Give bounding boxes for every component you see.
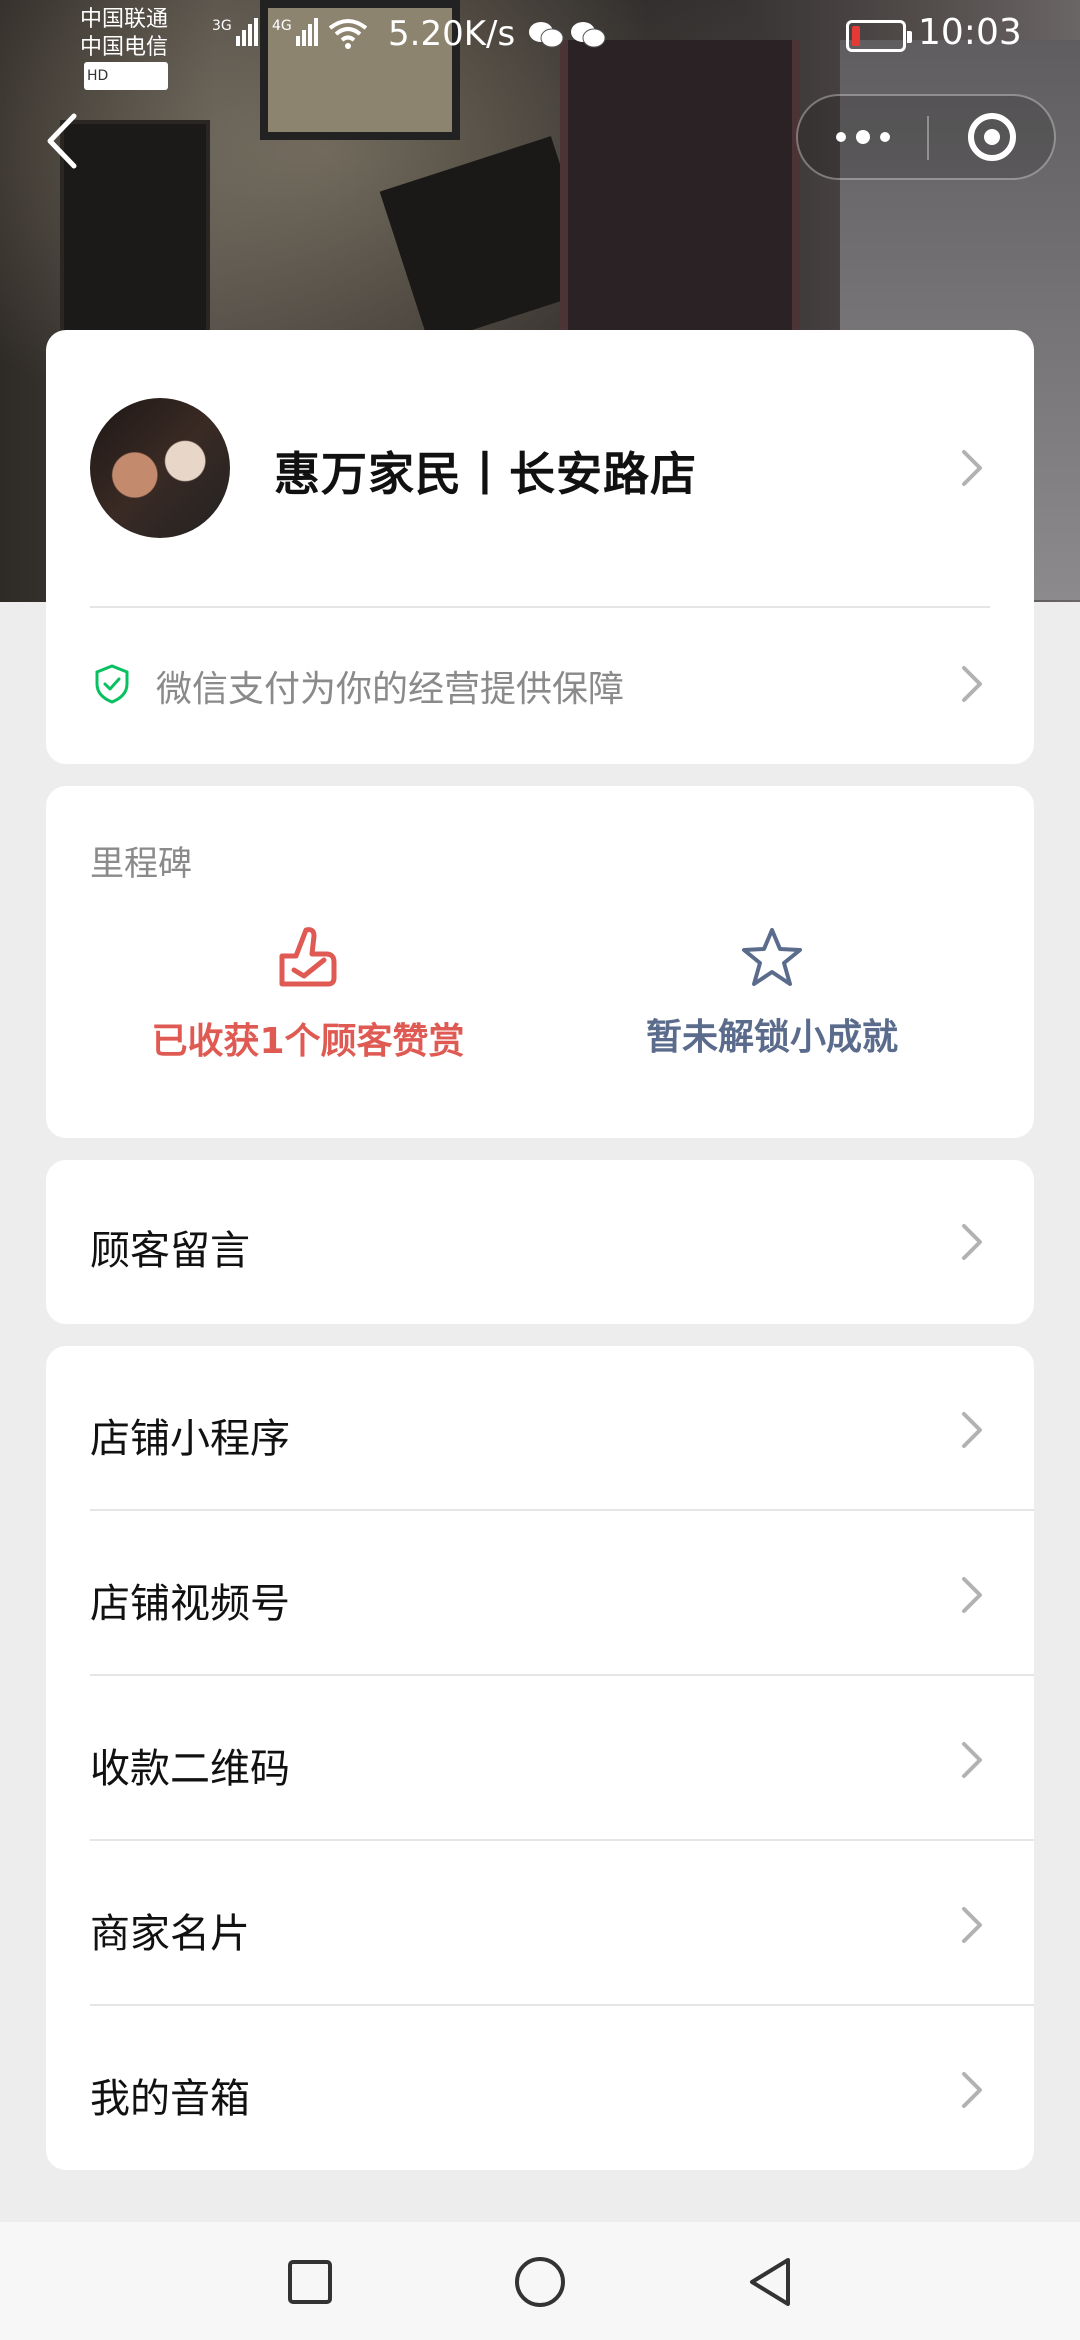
customer-messages-row[interactable]: 顾客留言 [46, 1160, 1034, 1324]
menu-item-payment-qr[interactable]: 收款二维码 [46, 1676, 1034, 1841]
back-triangle-icon[interactable] [740, 2252, 800, 2312]
more-options-button[interactable] [798, 96, 928, 178]
recent-apps-icon[interactable] [280, 2252, 340, 2312]
milestone-achievement[interactable]: 暂未解锁小成就 [572, 926, 972, 1060]
chevron-right-icon [962, 2072, 982, 2108]
hd-badge: HD [84, 62, 169, 90]
carrier-info: 中国联通 中国电信 HD [80, 6, 169, 90]
store-avatar[interactable] [90, 398, 230, 538]
wechat-notification-icon-2 [571, 22, 606, 48]
chevron-right-icon[interactable] [960, 664, 986, 704]
miniprogram-capsule [796, 94, 1056, 180]
menu-item-label: 店铺视频号 [90, 1581, 290, 1627]
menu-item-speaker[interactable]: 我的音箱 [46, 2006, 1034, 2171]
milestones-card: 里程碑 已收获1个顾客赞赏 暂未解锁小成就 [46, 786, 1034, 1138]
carrier-2: 中国电信 HD [80, 34, 169, 90]
menu-item-label: 商家名片 [90, 1911, 250, 1957]
net-speed: 5.20K/s [388, 14, 516, 54]
customer-messages-label: 顾客留言 [90, 1228, 250, 1274]
milestone-likes-label: 已收获1个顾客赞赏 [151, 1021, 465, 1062]
milestone-customer-likes[interactable]: 已收获1个顾客赞赏 [108, 926, 508, 1064]
milestone-achievement-label: 暂未解锁小成就 [645, 1017, 898, 1058]
menu-item-miniprogram[interactable]: 店铺小程序 [46, 1346, 1034, 1511]
more-dot-icon [836, 132, 846, 142]
star-icon [742, 928, 802, 986]
signal-2-icon: 4G [272, 18, 320, 50]
wechat-notification-icon [529, 22, 564, 48]
wifi-icon [328, 19, 368, 49]
menu-item-label: 我的音箱 [90, 2076, 250, 2122]
more-dot-icon [856, 130, 870, 144]
system-navigation-bar [0, 2222, 1080, 2340]
chevron-right-icon [962, 1224, 982, 1260]
menu-item-label: 收款二维码 [90, 1746, 290, 1792]
signal-1-icon: 3G [212, 18, 260, 50]
close-miniprogram-button[interactable] [928, 96, 1056, 178]
menu-item-business-card[interactable]: 商家名片 [46, 1841, 1034, 2006]
chevron-right-icon[interactable] [960, 448, 986, 488]
store-divider [90, 606, 990, 608]
battery-icon [846, 20, 912, 52]
thumbs-up-icon [279, 927, 337, 987]
shield-check-icon [95, 664, 129, 704]
store-menu-card: 店铺小程序 店铺视频号 收款二维码 商家名片 我的音箱 [46, 1346, 1034, 2170]
target-icon [968, 113, 1016, 161]
home-icon[interactable] [510, 2252, 570, 2312]
chevron-right-icon [962, 1742, 982, 1778]
carrier-1: 中国联通 [80, 7, 169, 32]
back-arrow-icon[interactable] [40, 112, 84, 170]
store-card: 惠万家民丨长安路店 微信支付为你的经营提供保障 [46, 330, 1034, 764]
chevron-right-icon [962, 1907, 982, 1943]
status-bar: 中国联通 中国电信 HD 3G 4G 5.20K/s 10:03 [0, 0, 1080, 90]
milestones-title: 里程碑 [90, 844, 192, 884]
menu-item-label: 店铺小程序 [90, 1416, 290, 1462]
store-name[interactable]: 惠万家民丨长安路店 [274, 438, 697, 504]
more-dot-icon [880, 132, 890, 142]
clock: 10:03 [918, 12, 1022, 53]
payment-guarantee-link[interactable]: 微信支付为你的经营提供保障 [156, 660, 624, 712]
chevron-right-icon [962, 1577, 982, 1613]
menu-item-video-channel[interactable]: 店铺视频号 [46, 1511, 1034, 1676]
chevron-right-icon [962, 1412, 982, 1448]
